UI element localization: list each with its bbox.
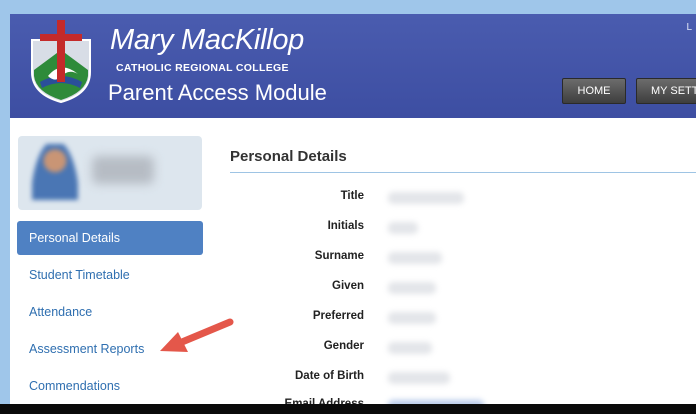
home-button[interactable]: HOME [562, 78, 626, 104]
avatar [32, 144, 78, 200]
school-crest-logo [31, 20, 91, 104]
school-subtitle: CATHOLIC REGIONAL COLLEGE [116, 62, 289, 74]
student-photo-card [18, 136, 202, 210]
field-value-given [388, 282, 436, 294]
browser-viewport: Mary MacKillop CATHOLIC REGIONAL COLLEGE… [10, 14, 696, 406]
page-title: Personal Details [230, 148, 347, 165]
sidebar-item-commendations[interactable]: Commendations [17, 369, 203, 403]
screen-bottom-bar [0, 404, 696, 414]
field-value-date-of-birth [388, 372, 450, 384]
field-value-initials [388, 222, 418, 234]
field-label-title: Title [340, 190, 364, 202]
my-settings-button[interactable]: MY SETT [636, 78, 696, 104]
arrow-pointer-icon [160, 318, 234, 352]
sidebar-item-personal-details[interactable]: Personal Details [17, 221, 203, 255]
field-label-initials: Initials [327, 220, 364, 232]
title-divider [230, 172, 696, 173]
field-value-title [388, 192, 464, 204]
field-label-surname: Surname [314, 250, 364, 262]
module-title: Parent Access Module [108, 80, 327, 105]
student-name-redacted [92, 156, 154, 184]
site-header: Mary MacKillop CATHOLIC REGIONAL COLLEGE… [10, 14, 696, 118]
field-value-preferred [388, 312, 436, 324]
field-label-date-of-birth: Date of Birth [295, 370, 364, 382]
school-name[interactable]: Mary MacKillop [110, 24, 304, 57]
field-label-gender: Gender [323, 340, 364, 352]
field-value-surname [388, 252, 442, 264]
header-corner-text: L [686, 22, 692, 33]
field-label-given: Given [332, 280, 364, 292]
field-label-preferred: Preferred [312, 310, 364, 322]
sidebar-item-student-timetable[interactable]: Student Timetable [17, 258, 203, 292]
field-value-gender [388, 342, 432, 354]
